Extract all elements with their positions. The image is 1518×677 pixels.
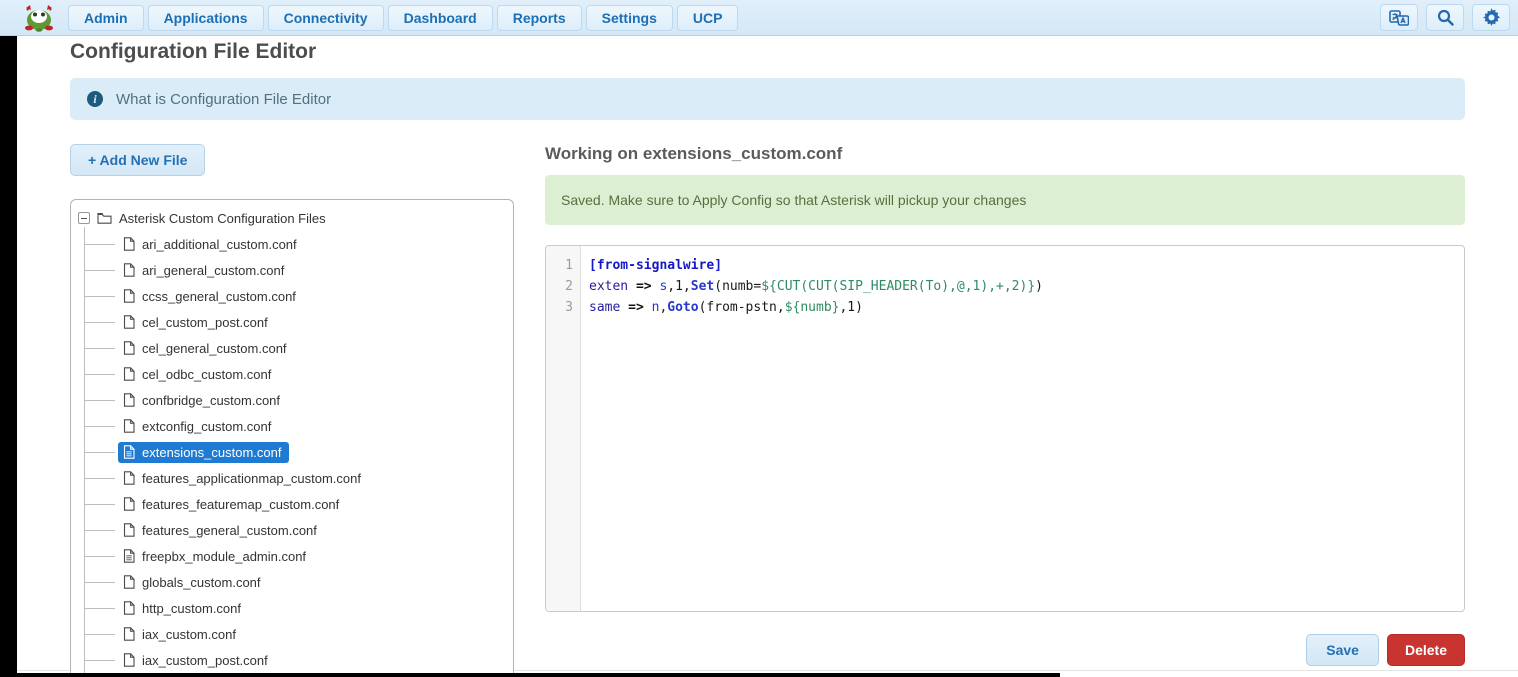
search-button[interactable] bbox=[1426, 4, 1464, 31]
nav-item-ucp[interactable]: UCP bbox=[677, 5, 739, 31]
nav-item-connectivity[interactable]: Connectivity bbox=[268, 5, 384, 31]
tree-root-label: Asterisk Custom Configuration Files bbox=[119, 211, 326, 226]
tree-file-label: features_featuremap_custom.conf bbox=[142, 497, 339, 512]
letterbox-left bbox=[0, 36, 17, 677]
nav-menu: AdminApplicationsConnectivityDashboardRe… bbox=[68, 5, 738, 31]
tree-file-iax_custom_post.conf[interactable]: iax_custom_post.conf bbox=[71, 647, 513, 673]
tree-file-label: features_applicationmap_custom.conf bbox=[142, 471, 361, 486]
tree-file-extconfig_custom.conf[interactable]: extconfig_custom.conf bbox=[71, 413, 513, 439]
folder-icon bbox=[97, 212, 112, 224]
file-icon bbox=[123, 237, 135, 251]
file-icon bbox=[123, 419, 135, 433]
line-number: 1 bbox=[546, 255, 573, 276]
code-line: exten => s,1,Set(numb=${CUT(CUT(SIP_HEAD… bbox=[589, 276, 1464, 297]
file-icon bbox=[123, 263, 135, 277]
file-icon bbox=[123, 471, 135, 485]
tree-file-label: ccss_general_custom.conf bbox=[142, 289, 296, 304]
tree-file-ari_additional_custom.conf[interactable]: ari_additional_custom.conf bbox=[71, 231, 513, 257]
file-filled-icon bbox=[123, 549, 135, 563]
tree-file-label: extensions_custom.conf bbox=[142, 445, 281, 460]
file-filled-icon bbox=[123, 445, 135, 459]
file-icon bbox=[123, 315, 135, 329]
code-editor[interactable]: 123 [from-signalwire]exten => s,1,Set(nu… bbox=[545, 245, 1465, 612]
gear-icon bbox=[1482, 8, 1501, 27]
freepbx-logo-icon[interactable] bbox=[22, 3, 56, 33]
file-icon bbox=[123, 627, 135, 641]
editor-code-area[interactable]: [from-signalwire]exten => s,1,Set(numb=$… bbox=[581, 246, 1464, 611]
editor-gutter: 123 bbox=[546, 246, 581, 611]
page-title: Configuration File Editor bbox=[70, 40, 316, 64]
tree-file-label: freepbx_module_admin.conf bbox=[142, 549, 306, 564]
tree-file-extensions_custom.conf[interactable]: extensions_custom.conf bbox=[71, 439, 513, 465]
tree-file-cel_odbc_custom.conf[interactable]: cel_odbc_custom.conf bbox=[71, 361, 513, 387]
language-icon bbox=[1389, 10, 1409, 26]
tree-file-label: iax_custom_post.conf bbox=[142, 653, 268, 668]
file-icon bbox=[123, 653, 135, 667]
file-icon bbox=[123, 393, 135, 407]
line-number: 3 bbox=[546, 297, 573, 318]
tree-file-ari_general_custom.conf[interactable]: ari_general_custom.conf bbox=[71, 257, 513, 283]
language-button[interactable] bbox=[1380, 4, 1418, 31]
tree-file-globals_custom.conf[interactable]: globals_custom.conf bbox=[71, 569, 513, 595]
tree-file-iax_custom.conf[interactable]: iax_custom.conf bbox=[71, 621, 513, 647]
tree-file-label: iax_custom.conf bbox=[142, 627, 236, 642]
app-window: AdminApplicationsConnectivityDashboardRe… bbox=[0, 0, 1518, 677]
tree-file-label: cel_odbc_custom.conf bbox=[142, 367, 271, 382]
line-number: 2 bbox=[546, 276, 573, 297]
saved-alert: Saved. Make sure to Apply Config so that… bbox=[545, 175, 1465, 225]
save-button[interactable]: Save bbox=[1306, 634, 1379, 666]
tree-file-confbridge_custom.conf[interactable]: confbridge_custom.conf bbox=[71, 387, 513, 413]
delete-button[interactable]: Delete bbox=[1387, 634, 1465, 666]
tree-file-label: extconfig_custom.conf bbox=[142, 419, 271, 434]
nav-item-settings[interactable]: Settings bbox=[586, 5, 673, 31]
top-navbar: AdminApplicationsConnectivityDashboardRe… bbox=[0, 0, 1518, 36]
file-icon bbox=[123, 367, 135, 381]
file-icon bbox=[123, 289, 135, 303]
file-icon bbox=[123, 601, 135, 615]
info-banner-text: What is Configuration File Editor bbox=[116, 91, 331, 108]
file-icon bbox=[123, 497, 135, 511]
tree-file-label: http_custom.conf bbox=[142, 601, 241, 616]
tree-file-label: globals_custom.conf bbox=[142, 575, 261, 590]
tree-file-cel_custom_post.conf[interactable]: cel_custom_post.conf bbox=[71, 309, 513, 335]
tree-file-ccss_general_custom.conf[interactable]: ccss_general_custom.conf bbox=[71, 283, 513, 309]
saved-alert-text: Saved. Make sure to Apply Config so that… bbox=[561, 192, 1026, 208]
tree-items: ari_additional_custom.conf ari_general_c… bbox=[71, 231, 513, 677]
tree-file-http_custom.conf[interactable]: http_custom.conf bbox=[71, 595, 513, 621]
nav-item-admin[interactable]: Admin bbox=[68, 5, 144, 31]
tree-file-label: features_general_custom.conf bbox=[142, 523, 317, 538]
search-icon bbox=[1437, 9, 1454, 26]
code-line: [from-signalwire] bbox=[589, 255, 1464, 276]
tree-file-label: confbridge_custom.conf bbox=[142, 393, 280, 408]
nav-item-reports[interactable]: Reports bbox=[497, 5, 582, 31]
tree-file-features_applicationmap_custom.conf[interactable]: features_applicationmap_custom.conf bbox=[71, 465, 513, 491]
editor-actions: Save Delete bbox=[545, 634, 1465, 666]
add-new-file-button[interactable]: + Add New File bbox=[70, 144, 205, 176]
file-icon bbox=[123, 341, 135, 355]
settings-button[interactable] bbox=[1472, 4, 1510, 31]
file-icon bbox=[123, 523, 135, 537]
tree-root-node[interactable]: Asterisk Custom Configuration Files bbox=[71, 205, 513, 231]
tree-file-label: ari_general_custom.conf bbox=[142, 263, 284, 278]
working-on-heading: Working on extensions_custom.conf bbox=[545, 144, 842, 164]
nav-item-applications[interactable]: Applications bbox=[148, 5, 264, 31]
letterbox-bottom bbox=[0, 673, 1060, 677]
info-icon: i bbox=[87, 91, 103, 107]
info-banner[interactable]: i What is Configuration File Editor bbox=[70, 78, 1465, 120]
tree-file-features_featuremap_custom.conf[interactable]: features_featuremap_custom.conf bbox=[71, 491, 513, 517]
collapse-toggle-icon[interactable] bbox=[78, 212, 90, 224]
nav-item-dashboard[interactable]: Dashboard bbox=[388, 5, 493, 31]
file-tree: Asterisk Custom Configuration Files ari_… bbox=[71, 205, 513, 677]
tree-file-features_general_custom.conf[interactable]: features_general_custom.conf bbox=[71, 517, 513, 543]
tree-file-cel_general_custom.conf[interactable]: cel_general_custom.conf bbox=[71, 335, 513, 361]
code-line: same => n,Goto(from-pstn,${numb},1) bbox=[589, 297, 1464, 318]
tree-file-label: cel_custom_post.conf bbox=[142, 315, 268, 330]
tree-file-label: ari_additional_custom.conf bbox=[142, 237, 297, 252]
file-icon bbox=[123, 575, 135, 589]
file-tree-panel: Asterisk Custom Configuration Files ari_… bbox=[70, 199, 514, 677]
tree-file-freepbx_module_admin.conf[interactable]: freepbx_module_admin.conf bbox=[71, 543, 513, 569]
tree-file-label: cel_general_custom.conf bbox=[142, 341, 287, 356]
